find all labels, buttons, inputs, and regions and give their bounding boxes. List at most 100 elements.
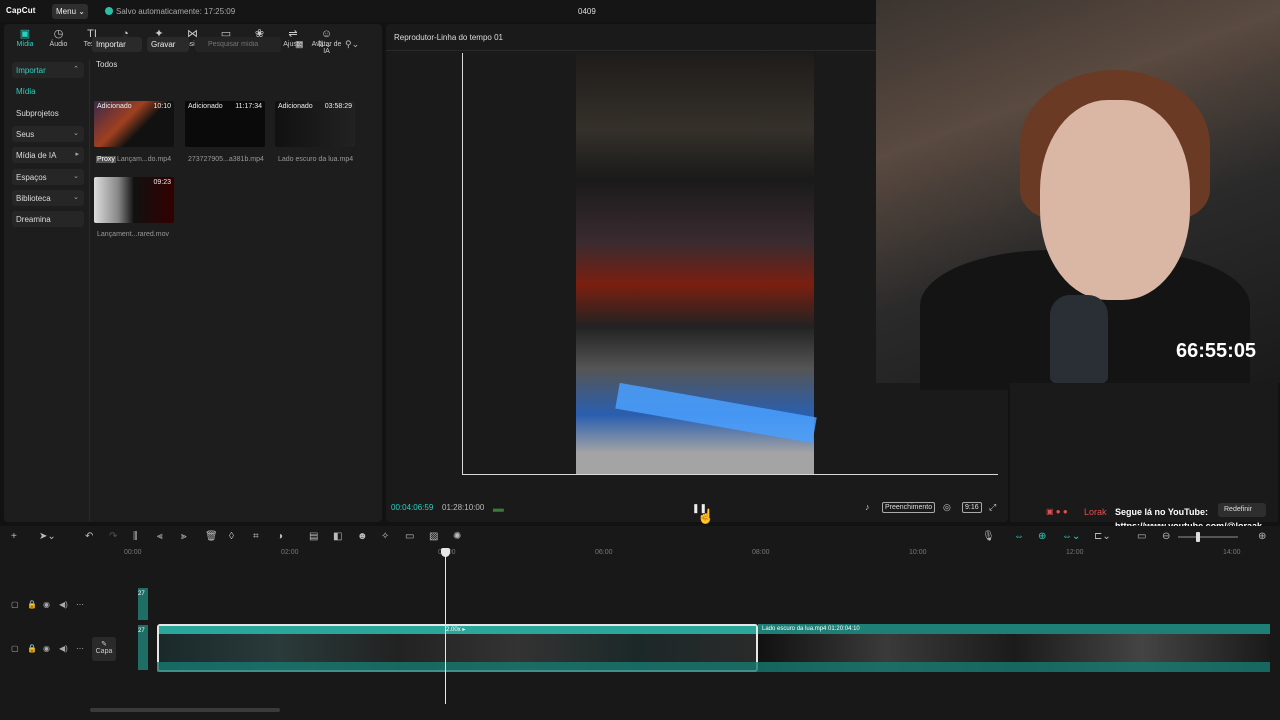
split-left-icon[interactable]: ⫷: [157, 531, 163, 542]
sidebar-item-1[interactable]: Mídia: [12, 83, 84, 99]
zoom-in-icon[interactable]: ⊕: [1258, 531, 1266, 542]
import-label: Importar: [96, 40, 126, 49]
media-thumb[interactable]: Adicionado 11:17:34: [185, 101, 265, 147]
sidebar-item-0[interactable]: Importar ⌃: [12, 62, 84, 78]
clip-label: 27: [138, 591, 145, 597]
thumb-filename: Lado escuro da lua.mp4: [278, 156, 354, 163]
link-icon[interactable]: ⇔: [1014, 531, 1024, 542]
overlay-clip[interactable]: 27: [138, 625, 148, 670]
thumb-filename: Lançament...rared.mov: [97, 231, 169, 238]
ruler-tick-label: 06:00: [595, 549, 613, 556]
sidebar-item-7[interactable]: Dreamina: [12, 211, 84, 227]
media-thumb[interactable]: Adicionado 10:10: [94, 101, 174, 147]
search-media-input[interactable]: [195, 37, 281, 52]
added-tag: Adicionado: [97, 103, 132, 110]
sidebar-item-6[interactable]: Biblioteca ⌄: [12, 190, 84, 206]
zoom-out-icon[interactable]: ⊖: [1162, 531, 1170, 542]
timeline-scrollbar[interactable]: [90, 708, 280, 712]
split-right-icon[interactable]: ⫸: [181, 531, 187, 542]
fill-mode-button[interactable]: Preenchimento: [882, 502, 936, 513]
split-icon[interactable]: ⫼: [133, 531, 138, 542]
caption-toggle-icon[interactable]: ▭: [1137, 531, 1146, 542]
zoom-slider[interactable]: [1178, 536, 1238, 538]
ruler-tick-label: 00:00: [124, 549, 142, 556]
freeze-icon[interactable]: ▤: [309, 531, 318, 542]
track-cover-icon[interactable]: ▢: [11, 644, 19, 653]
app-logo: CapCut: [6, 6, 36, 15]
tab-adjust[interactable]: ⇌ Ajuste: [276, 28, 310, 54]
tab-media[interactable]: ▣ Mídia: [8, 28, 42, 54]
project-title[interactable]: 0409: [578, 7, 596, 16]
volume-icon[interactable]: ◀): [59, 600, 68, 609]
mic-icon[interactable]: 🎙: [982, 531, 995, 542]
caption-icon[interactable]: ▭: [405, 531, 414, 542]
adjust-icon: ⇌: [288, 28, 298, 40]
playhead[interactable]: [445, 548, 446, 704]
ruler-tick-label: 14:00: [1223, 549, 1241, 556]
ai-icon[interactable]: ✺: [453, 531, 461, 542]
magnet-icon[interactable]: ⊕: [1038, 531, 1046, 542]
marker-icon[interactable]: ◊: [229, 531, 234, 542]
speed-icon[interactable]: ◑: [277, 531, 283, 542]
streamer-name: Lorak: [1084, 507, 1107, 517]
section-all-label: Todos: [96, 60, 118, 69]
more-icon[interactable]: ⋯: [76, 600, 84, 609]
preview-axis-icon[interactable]: ⊏⌄: [1094, 531, 1111, 542]
aspect-ratio-button[interactable]: 9:16: [962, 502, 982, 513]
audio-waveform[interactable]: [157, 662, 1270, 672]
eye-icon[interactable]: ◉: [43, 600, 50, 609]
thumb-duration: 11:17:34: [235, 103, 262, 110]
filter-icon[interactable]: ⚲⌄: [345, 39, 359, 50]
media-thumb[interactable]: 09:23: [94, 177, 174, 223]
media-panel: ▣Mídia◷ÁudioTITexto◔Stickers✦Efeitos⋈Tra…: [4, 24, 382, 522]
fullscreen-icon[interactable]: ⤢: [989, 502, 996, 513]
import-button[interactable]: Importar: [92, 37, 142, 52]
snap-icon[interactable]: ⇔⌄: [1062, 531, 1080, 542]
crop-icon[interactable]: ⌗: [253, 531, 259, 542]
image-icon[interactable]: ▨: [429, 531, 438, 542]
proxy-badge: Proxy: [96, 156, 116, 163]
properties-panel: [1010, 383, 1278, 522]
clip-label: Lado escuro da lua.mp4 01:20:04:10: [762, 626, 860, 632]
record-button[interactable]: Gravar: [147, 37, 189, 52]
track-cover-icon[interactable]: ▢: [11, 600, 19, 609]
mouse-cursor-icon: ☝: [697, 508, 715, 524]
sidebar-item-4[interactable]: Mídia de IA ▸: [12, 147, 84, 163]
reset-button[interactable]: Redefinir: [1218, 503, 1266, 517]
more-icon[interactable]: ⋯: [76, 644, 84, 653]
audio-icon[interactable]: ♪: [865, 502, 870, 512]
zoom-slider-handle[interactable]: [1196, 532, 1200, 542]
undo-icon[interactable]: ↶: [85, 531, 93, 542]
cover-label: Capa: [95, 648, 113, 655]
mirror-icon[interactable]: ◧: [333, 531, 342, 542]
select-tool-icon[interactable]: ➤⌄: [39, 531, 56, 542]
speed-tag: 2.00x ▸: [446, 627, 466, 633]
magic-icon[interactable]: ✧: [381, 531, 389, 542]
eye-icon[interactable]: ◉: [43, 644, 50, 653]
snapshot-icon[interactable]: ◎: [943, 502, 951, 513]
sidebar-item-2[interactable]: Subprojetos: [12, 105, 84, 121]
ruler-tick-label: 10:00: [909, 549, 927, 556]
grid-view-icon[interactable]: ▦: [295, 39, 304, 50]
media-thumb[interactable]: Adicionado 03:58:29: [275, 101, 355, 147]
overlay-clip[interactable]: 27: [138, 588, 148, 620]
sort-icon[interactable]: ⇅⌄: [317, 39, 332, 50]
lock-icon[interactable]: 🔒: [27, 600, 37, 609]
menu-button[interactable]: Menu ⌄: [52, 4, 88, 19]
delete-icon[interactable]: 🗑: [205, 531, 218, 542]
redo-icon[interactable]: ↷: [109, 531, 117, 542]
audio-meter-icon: ▃▃: [493, 505, 504, 512]
lock-icon[interactable]: 🔒: [27, 644, 37, 653]
sidebar-item-5[interactable]: Espaços ⌄: [12, 169, 84, 185]
audio-icon: ◷: [53, 28, 64, 40]
volume-icon[interactable]: ◀): [59, 644, 68, 653]
playhead-handle[interactable]: [441, 548, 450, 557]
tab-audio[interactable]: ◷ Áudio: [42, 28, 76, 54]
sidebar-item-3[interactable]: Seus ⌄: [12, 126, 84, 142]
cover-button[interactable]: ✎ Capa: [92, 637, 116, 661]
added-tag: Adicionado: [188, 103, 223, 110]
tab-label: Áudio: [49, 41, 68, 48]
thumb-filename: 273727905...a381b.mp4: [188, 156, 264, 163]
person-icon[interactable]: ☻: [357, 531, 368, 542]
add-track-icon[interactable]: +: [11, 531, 17, 542]
